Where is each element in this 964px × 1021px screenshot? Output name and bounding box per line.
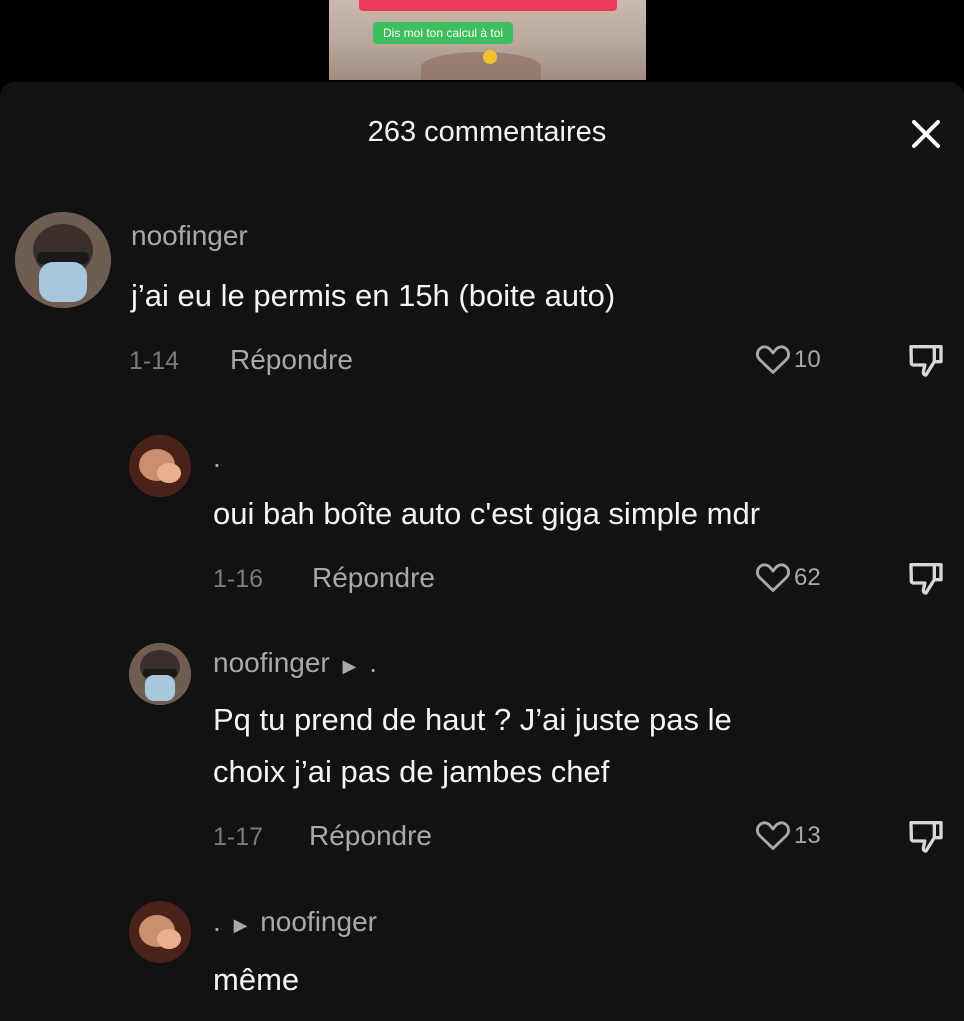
close-icon [912,120,940,148]
username-text: noofinger [213,647,330,678]
comment-text: oui bah boîte auto c'est giga simple mdr [213,496,761,531]
reply-button[interactable]: Répondre [309,819,432,853]
avatar-image [129,643,191,705]
video-preview[interactable]: Dis moi ton calcul à toi [0,0,964,82]
username-text: . [213,906,221,937]
emoji-icon [483,50,497,64]
avatar[interactable] [129,435,191,497]
dislike-button[interactable] [906,340,946,380]
comment-date: 1-14 [129,347,180,375]
heart-icon [756,345,790,374]
like-count: 13 [794,822,821,849]
reply-to-username: noofinger [260,906,377,937]
thumbnail-banner [359,0,617,11]
comment-text-line: Pq tu prend de haut ? J’ai juste pas le [213,702,732,737]
comment-text: même [213,962,300,997]
close-button[interactable] [906,114,946,154]
play-arrow-icon: ▶ [337,656,362,676]
avatar[interactable] [129,643,191,705]
reply-button[interactable]: Répondre [312,561,435,595]
avatar-image [15,212,111,308]
comment-date: 1-16 [213,565,264,593]
comment-username[interactable]: . ▶ noofinger [213,905,377,942]
like-button[interactable]: 13 [754,816,844,856]
thumbs-down-icon [909,345,943,377]
dislike-button[interactable] [906,816,946,856]
thumbnail-caption: Dis moi ton calcul à toi [373,22,514,44]
heart-icon [756,821,790,850]
comment-username[interactable]: noofinger ▶ . [213,646,377,683]
comment-text: j’ai eu le permis en 15h (boite auto) [131,278,616,313]
heart-icon [756,563,790,592]
avatar[interactable] [15,212,111,308]
dislike-button[interactable] [906,558,946,598]
reply-to-username: . [369,647,377,678]
like-button[interactable]: 10 [754,340,844,380]
thumbs-down-icon [909,563,943,595]
comment-username[interactable]: . [213,441,221,475]
play-arrow-icon: ▶ [228,915,253,935]
comment-date: 1-17 [213,823,264,851]
comment-username[interactable]: noofinger [131,219,248,253]
thumbnail-figure [421,52,541,80]
avatar[interactable] [129,901,191,963]
like-count: 10 [794,346,821,373]
comment-text-line: choix j’ai pas de jambes chef [213,754,610,789]
comments-count-title: 263 commentaires [367,116,607,148]
avatar-image [129,435,191,497]
thumbs-down-icon [909,821,943,853]
reply-button[interactable]: Répondre [230,343,353,377]
avatar-image [129,901,191,963]
like-button[interactable]: 62 [754,558,844,598]
video-thumbnail[interactable]: Dis moi ton calcul à toi [329,0,646,80]
like-count: 62 [794,564,821,591]
